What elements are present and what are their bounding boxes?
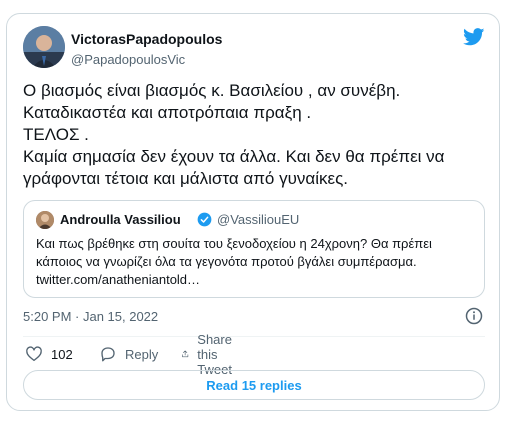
tweet-card: VictorasPapadopoulos @PapadopoulosVic Ο … xyxy=(6,13,500,411)
share-icon xyxy=(182,350,189,358)
divider xyxy=(23,336,485,337)
twitter-bird-icon[interactable] xyxy=(463,28,485,46)
quoted-tweet[interactable]: Androulla Vassiliou @VassiliouEU Και πως… xyxy=(23,200,485,298)
author-name[interactable]: VictorasPapadopoulos xyxy=(71,31,222,47)
tweet-timestamp[interactable]: 5:20 PM · Jan 15, 2022 xyxy=(23,309,158,324)
quoted-avatar-photo xyxy=(36,211,54,229)
tweet-text: Ο βιασμός είναι βιασμός κ. Βασιλείου , α… xyxy=(23,81,445,188)
info-icon[interactable] xyxy=(465,307,483,325)
like-button[interactable]: 102 xyxy=(25,343,73,365)
avatar-photo xyxy=(23,26,65,68)
quoted-author-handle: @VassiliouEU xyxy=(217,212,300,227)
reply-button[interactable]: Reply xyxy=(99,343,158,365)
quoted-text: Και πως βρέθηκε στη σουίτα του ξενοδοχεί… xyxy=(36,236,432,287)
heart-icon xyxy=(26,346,42,362)
reply-label: Reply xyxy=(125,346,159,362)
verified-badge-icon xyxy=(197,212,212,227)
share-button[interactable]: Share this Tweet xyxy=(181,332,242,377)
quoted-avatar xyxy=(36,211,54,229)
avatar[interactable] xyxy=(23,26,65,68)
read-replies-button[interactable]: Read 15 replies xyxy=(23,370,485,400)
reply-icon xyxy=(101,347,115,362)
like-count: 102 xyxy=(51,346,73,362)
author-handle[interactable]: @PapadopoulosVic xyxy=(71,52,185,67)
quoted-author-name: Androulla Vassiliou xyxy=(60,212,181,227)
